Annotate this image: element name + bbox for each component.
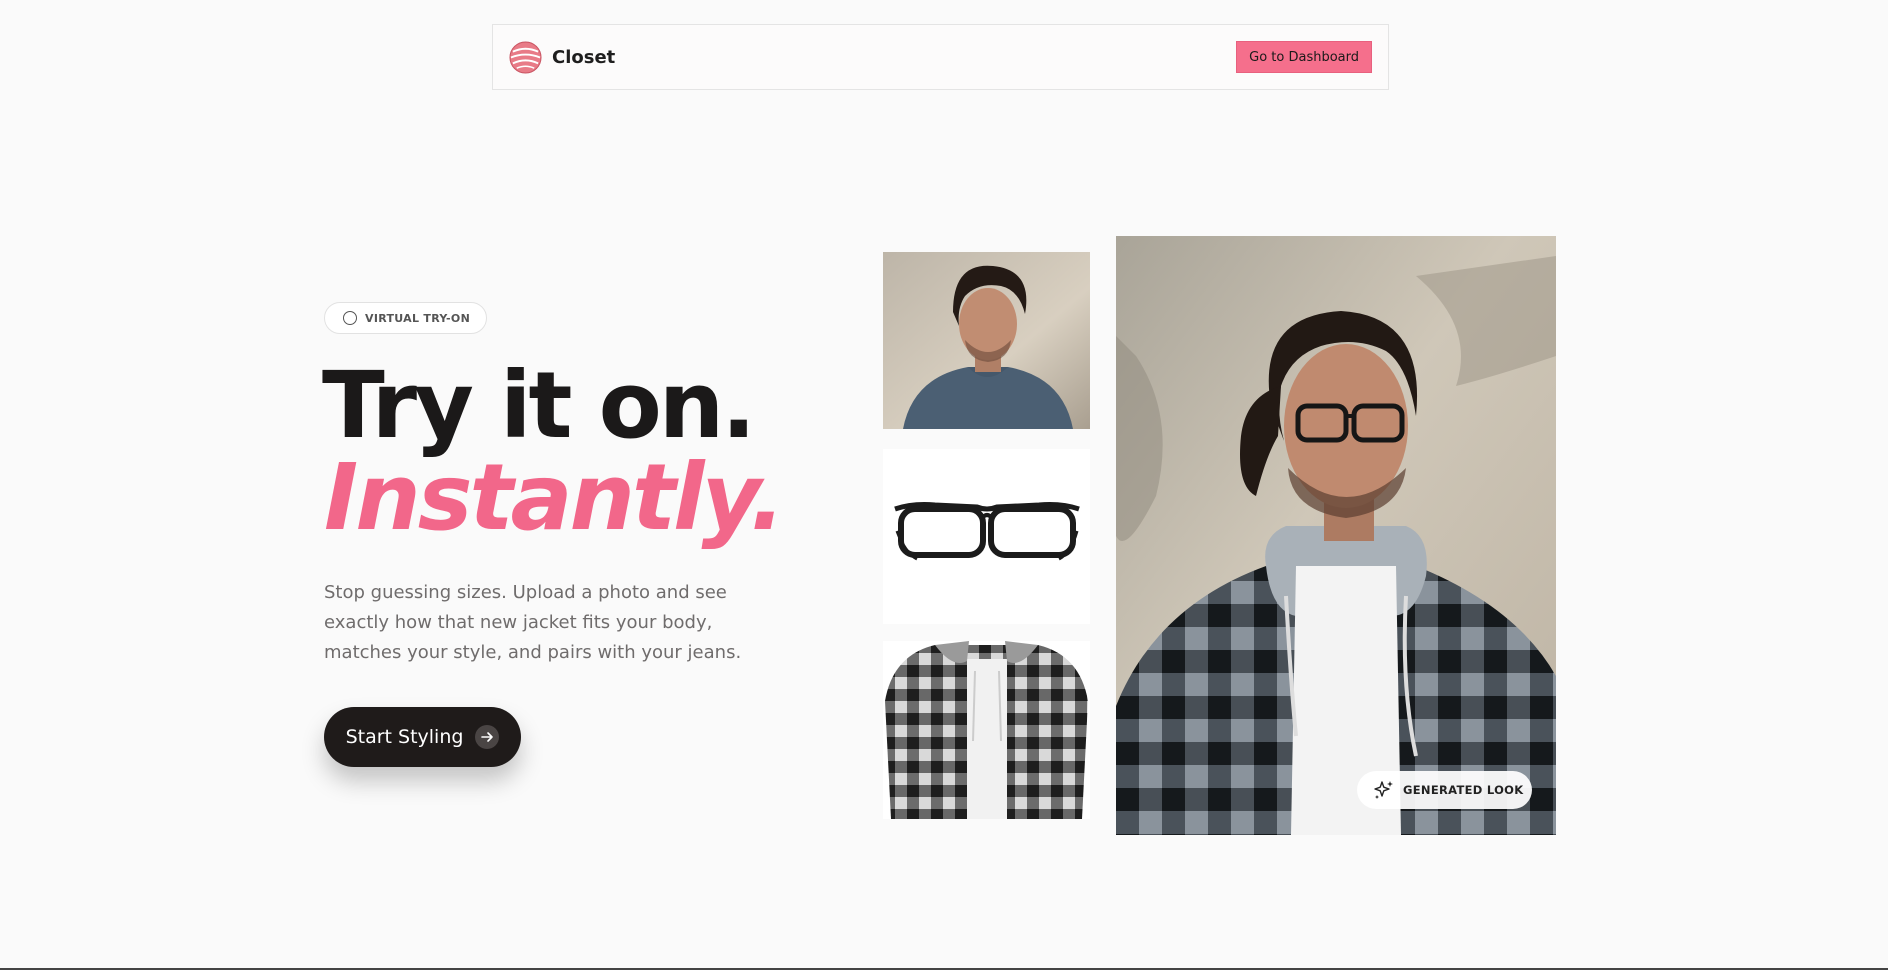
brand[interactable]: Closet: [509, 40, 616, 74]
jacket-photo: [883, 641, 1090, 819]
hero-description: Stop guessing sizes. Upload a photo and …: [324, 582, 742, 663]
generated-look-photo: [1116, 236, 1556, 835]
brand-name: Closet: [552, 46, 616, 68]
badge-label: VIRTUAL TRY-ON: [365, 311, 471, 325]
arrow-right-icon: [475, 725, 500, 749]
top-navbar: Closet Go to Dashboard: [492, 24, 1389, 90]
virtual-try-on-badge: VIRTUAL TRY-ON: [324, 302, 488, 334]
headline-line-1: Try it on.: [322, 352, 756, 459]
start-styling-label: Start Styling: [345, 726, 464, 748]
sparkles-icon: [1374, 781, 1393, 799]
generated-look-label: GENERATED LOOK: [1403, 783, 1524, 797]
person-photo: [883, 252, 1090, 429]
generated-look-badge: GENERATED LOOK: [1357, 771, 1532, 809]
circle-icon: [343, 311, 357, 325]
go-to-dashboard-button[interactable]: Go to Dashboard: [1236, 41, 1372, 73]
start-styling-button[interactable]: Start Styling: [324, 707, 521, 767]
headline-line-2: Instantly.: [324, 444, 785, 551]
closet-logo-icon: [509, 40, 542, 74]
glasses-photo: [883, 449, 1090, 624]
